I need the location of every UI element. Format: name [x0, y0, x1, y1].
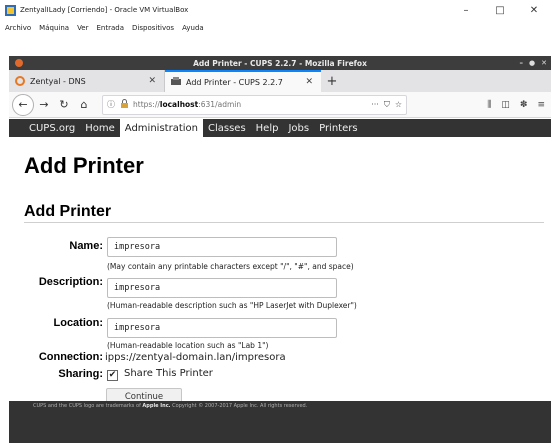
firefox-logo-icon	[15, 59, 23, 67]
firefox-window-title: Add Printer - CUPS 2.2.7 - Mozilla Firef…	[193, 58, 367, 68]
menu-entrada[interactable]: Entrada	[93, 24, 129, 32]
share-printer-text: Share This Printer	[124, 368, 213, 379]
sidebar-icon[interactable]: ◫	[501, 100, 510, 110]
connection-label: Connection:	[38, 351, 103, 363]
url-text: https://localhost:631/admin	[133, 100, 242, 109]
window-title: ZentyalILady [Corriendo] - Oracle VM Vir…	[20, 6, 189, 14]
firefox-window-controls: – ● ✕	[520, 56, 547, 70]
info-icon[interactable]: ⓘ	[107, 99, 115, 110]
description-label: Description:	[38, 276, 103, 288]
name-label: Name:	[69, 240, 103, 252]
firefox-minimize-icon[interactable]: –	[520, 59, 524, 67]
star-icon[interactable]: ☆	[395, 100, 402, 109]
new-tab-button[interactable]: +	[321, 70, 343, 92]
home-icon[interactable]: ⌂	[74, 95, 94, 115]
firefox-titlebar: Add Printer - CUPS 2.2.7 - Mozilla Firef…	[9, 56, 551, 70]
description-input[interactable]	[107, 278, 337, 298]
description-hint: (Human-readable description such as "HP …	[107, 301, 357, 310]
page-title: Add Printer	[24, 153, 144, 178]
maximize-button[interactable]: □	[483, 0, 517, 20]
virtualbox-titlebar: ZentyalILady [Corriendo] - Oracle VM Vir…	[0, 0, 551, 20]
nav-cups-org[interactable]: CUPS.org	[9, 119, 80, 137]
nav-home[interactable]: Home	[80, 119, 120, 137]
tab-label: Zentyal - DNS	[30, 76, 86, 86]
virtualbox-app-icon	[5, 4, 16, 16]
menu-ayuda[interactable]: Ayuda	[178, 24, 208, 32]
navigation-toolbar: ← → ↻ ⌂ ⓘ https://localhost:631/admin ··…	[9, 92, 551, 118]
pocket-icon[interactable]: ⛉	[384, 100, 390, 110]
menu-dispositivos[interactable]: Dispositivos	[128, 24, 178, 32]
library-icon[interactable]: ⫼	[487, 100, 491, 110]
tab-strip: Zentyal - DNS ✕ Add Printer - CUPS 2.2.7…	[9, 70, 551, 92]
toolbar-right-icons: ⫼ ◫ ✽ ≡	[487, 100, 551, 110]
nav-classes[interactable]: Classes	[203, 119, 251, 137]
nav-administration[interactable]: Administration	[119, 119, 203, 137]
menu-archivo[interactable]: Archivo	[0, 24, 35, 32]
share-printer-checkbox[interactable]: ✔	[107, 370, 118, 381]
extension-icon[interactable]: ✽	[520, 100, 528, 110]
firefox-close-icon[interactable]: ✕	[541, 59, 547, 67]
location-label: Location:	[53, 317, 104, 329]
nav-jobs[interactable]: Jobs	[283, 119, 314, 137]
location-hint: (Human-readable location such as "Lab 1"…	[107, 341, 269, 350]
tab-label: Add Printer - CUPS 2.2.7	[186, 77, 283, 87]
cups-header-nav: CUPS.org Home Administration Classes Hel…	[9, 119, 551, 137]
connection-value: ipps://zentyal-domain.lan/impresora	[105, 352, 286, 363]
menu-maquina[interactable]: Máquina	[35, 24, 73, 32]
tab-add-printer[interactable]: Add Printer - CUPS 2.2.7 ✕	[165, 70, 321, 92]
name-input[interactable]	[107, 237, 337, 257]
zentyal-icon	[15, 76, 25, 86]
cups-icon	[171, 77, 181, 87]
location-input[interactable]	[107, 318, 337, 338]
lock-icon[interactable]	[120, 99, 129, 110]
section-divider	[24, 222, 544, 223]
menu-ver[interactable]: Ver	[73, 24, 92, 32]
name-hint: (May contain any printable characters ex…	[107, 262, 354, 271]
nav-printers[interactable]: Printers	[314, 119, 362, 137]
close-window-button[interactable]: ✕	[517, 0, 551, 20]
section-title: Add Printer	[24, 203, 112, 220]
footer-copyright: CUPS and the CUPS logo are trademarks of…	[33, 403, 308, 409]
url-bar[interactable]: ⓘ https://localhost:631/admin ··· ⛉ ☆	[102, 94, 407, 115]
more-icon[interactable]: ···	[371, 100, 379, 109]
cups-content: Add Printer Add Printer Name: (May conta…	[9, 137, 551, 406]
reload-icon[interactable]: ↻	[54, 95, 74, 115]
virtualbox-menubar: Archivo Máquina Ver Entrada Dispositivos…	[0, 20, 551, 36]
tab-zentyal-dns[interactable]: Zentyal - DNS ✕	[9, 70, 165, 92]
hamburger-menu-icon[interactable]: ≡	[537, 100, 545, 110]
sharing-label: Sharing:	[58, 368, 103, 380]
forward-icon[interactable]: →	[34, 95, 54, 115]
minimize-button[interactable]: –	[449, 0, 483, 20]
nav-help[interactable]: Help	[251, 119, 284, 137]
close-tab-icon[interactable]: ✕	[146, 76, 158, 86]
back-icon[interactable]: ←	[12, 93, 34, 116]
cups-footer: CUPS and the CUPS logo are trademarks of…	[9, 401, 551, 443]
firefox-maximize-icon[interactable]: ●	[529, 59, 535, 67]
close-tab-icon[interactable]: ✕	[303, 77, 315, 87]
